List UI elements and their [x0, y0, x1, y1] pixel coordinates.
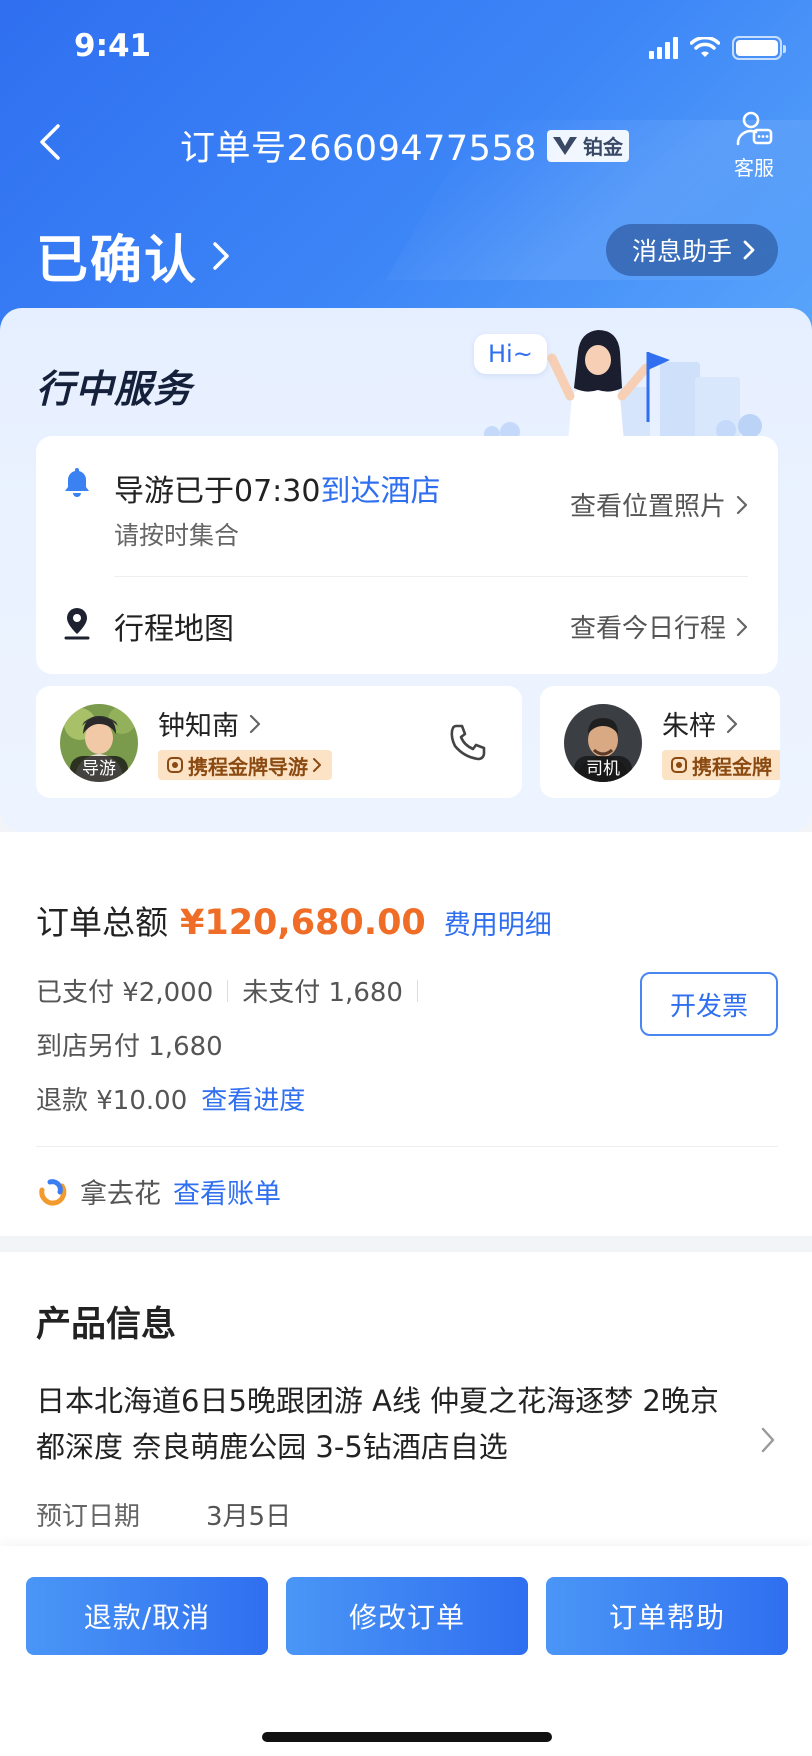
- refund-cancel-button[interactable]: 退款/取消: [26, 1577, 268, 1655]
- guide-arrival-message: 导游已于07:30到达酒店: [114, 474, 441, 509]
- driver-role-label: 司机: [574, 756, 632, 782]
- back-icon[interactable]: [30, 120, 74, 164]
- refund-amount: 退款 ¥10.00: [36, 1086, 188, 1116]
- nqh-logo-icon: [39, 1178, 67, 1206]
- wifi-icon: [690, 37, 720, 57]
- customer-service-icon: [736, 111, 773, 146]
- divider: [36, 1146, 778, 1147]
- paid-amount: 已支付 ¥2,000: [36, 978, 214, 1008]
- chevron-right-icon: [726, 714, 738, 733]
- product-info-section: 产品信息 日本北海道6日5晚跟团游 A线 仲夏之花海逐梦 2晚京都深度 奈良萌鹿…: [0, 1252, 812, 1552]
- status-time: 9:41: [74, 28, 152, 64]
- guide-name[interactable]: 钟知南: [158, 704, 261, 743]
- booking-date-label: 预订日期: [36, 1502, 141, 1532]
- phone-icon[interactable]: [448, 722, 488, 762]
- guide-arrival-subtext: 请按时集合: [114, 521, 240, 550]
- pay-at-hotel-amount: 到店另付 1,680: [36, 1032, 223, 1062]
- status-bar: 9:41: [0, 0, 812, 96]
- order-help-button[interactable]: 订单帮助: [546, 1577, 788, 1655]
- medal-icon: [167, 757, 183, 773]
- signal-icon: [649, 37, 678, 59]
- nqh-row: 拿去花 查看账单: [36, 1172, 281, 1211]
- customer-service-button[interactable]: 客服: [724, 110, 784, 181]
- order-status-text: 已确认: [36, 231, 199, 291]
- bell-icon: [65, 468, 89, 497]
- gold-guide-badge[interactable]: 携程金牌导游: [158, 750, 332, 780]
- battery-icon: [732, 36, 786, 60]
- greeting-bubble: Hi~: [474, 334, 547, 374]
- order-status[interactable]: 已确认: [36, 218, 232, 293]
- map-pin-icon: [64, 608, 90, 640]
- service-info-box: 导游已于07:30到达酒店 请按时集合 查看位置照片 行程地图 查看今日行程: [36, 436, 778, 674]
- product-info-heading: 产品信息: [36, 1305, 177, 1345]
- paid-unpaid-line: 已支付 ¥2,000 未支付 1,680: [36, 972, 418, 1009]
- driver-avatar: 司机: [564, 704, 642, 782]
- product-name[interactable]: 日本北海道6日5晚跟团游 A线 仲夏之花海逐梦 2晚京都深度 奈良萌鹿公园 3-…: [36, 1378, 726, 1470]
- view-today-itinerary-link[interactable]: 查看今日行程: [570, 608, 748, 645]
- chevron-right-icon: [743, 240, 755, 260]
- order-number-title: 订单号26609477558 铂金: [180, 120, 629, 171]
- view-location-photos-link[interactable]: 查看位置照片: [570, 486, 748, 523]
- chevron-right-icon: [736, 495, 748, 514]
- guide-avatar: 导游: [60, 704, 138, 782]
- nav-bar: 订单号26609477558 铂金 客服: [0, 100, 812, 186]
- order-total-label: 订单总额: [36, 903, 168, 942]
- order-number: 订单号26609477558: [180, 129, 537, 169]
- home-indicator: [262, 1732, 552, 1742]
- chevron-right-icon: [313, 758, 321, 772]
- vip-v-icon: [547, 130, 583, 162]
- payment-section: 订单总额 ¥120,680.00 费用明细 已支付 ¥2,000 未支付 1,6…: [0, 832, 812, 1236]
- message-assistant-button[interactable]: 消息助手: [605, 224, 778, 276]
- in-trip-service-card: 行中服务 Hi~ 导游已于07:30到达酒店 请按时集合 查看位置照片 行程地图…: [0, 308, 812, 832]
- chevron-right-icon: [249, 714, 261, 733]
- guide-role-label: 导游: [70, 756, 128, 782]
- customer-service-label: 客服: [734, 156, 774, 180]
- medal-icon: [671, 757, 687, 773]
- modify-order-button[interactable]: 修改订单: [286, 1577, 528, 1655]
- view-bill-link[interactable]: 查看账单: [173, 1172, 281, 1211]
- driver-card[interactable]: 司机 朱梓 携程金牌: [540, 686, 780, 798]
- vip-badge[interactable]: 铂金: [546, 129, 629, 162]
- gold-driver-badge[interactable]: 携程金牌: [662, 750, 780, 780]
- chevron-right-icon: [736, 617, 748, 636]
- guide-arrival-row[interactable]: 导游已于07:30到达酒店 请按时集合 查看位置照片: [36, 436, 778, 576]
- chevron-right-icon[interactable]: [760, 1426, 776, 1454]
- unpaid-amount: 未支付 1,680: [242, 978, 403, 1008]
- invoice-button[interactable]: 开发票: [640, 972, 778, 1036]
- service-title: 行中服务: [36, 367, 193, 411]
- booking-date-value: 3月5日: [206, 1502, 292, 1532]
- guide-card[interactable]: 导游 钟知南 携程金牌导游: [36, 686, 522, 798]
- fee-detail-link[interactable]: 费用明细: [444, 903, 552, 942]
- itinerary-map-row[interactable]: 行程地图 查看今日行程: [36, 576, 778, 674]
- bottom-action-bar: 退款/取消 修改订单 订单帮助: [0, 1546, 812, 1756]
- refund-progress-link[interactable]: 查看进度: [201, 1080, 305, 1117]
- order-total-row: 订单总额 ¥120,680.00 费用明细: [36, 896, 552, 944]
- itinerary-map-label: 行程地图: [114, 612, 234, 647]
- booking-date-row: 预订日期 3月5日: [36, 1496, 291, 1533]
- refund-line: 退款 ¥10.00 查看进度: [36, 1080, 305, 1117]
- nqh-label: 拿去花: [80, 1179, 161, 1210]
- order-total-amount: ¥120,680.00: [180, 903, 426, 943]
- pay-at-hotel-line: 到店另付 1,680: [36, 1026, 223, 1063]
- driver-name[interactable]: 朱梓: [662, 704, 738, 743]
- chevron-right-icon: [213, 241, 229, 270]
